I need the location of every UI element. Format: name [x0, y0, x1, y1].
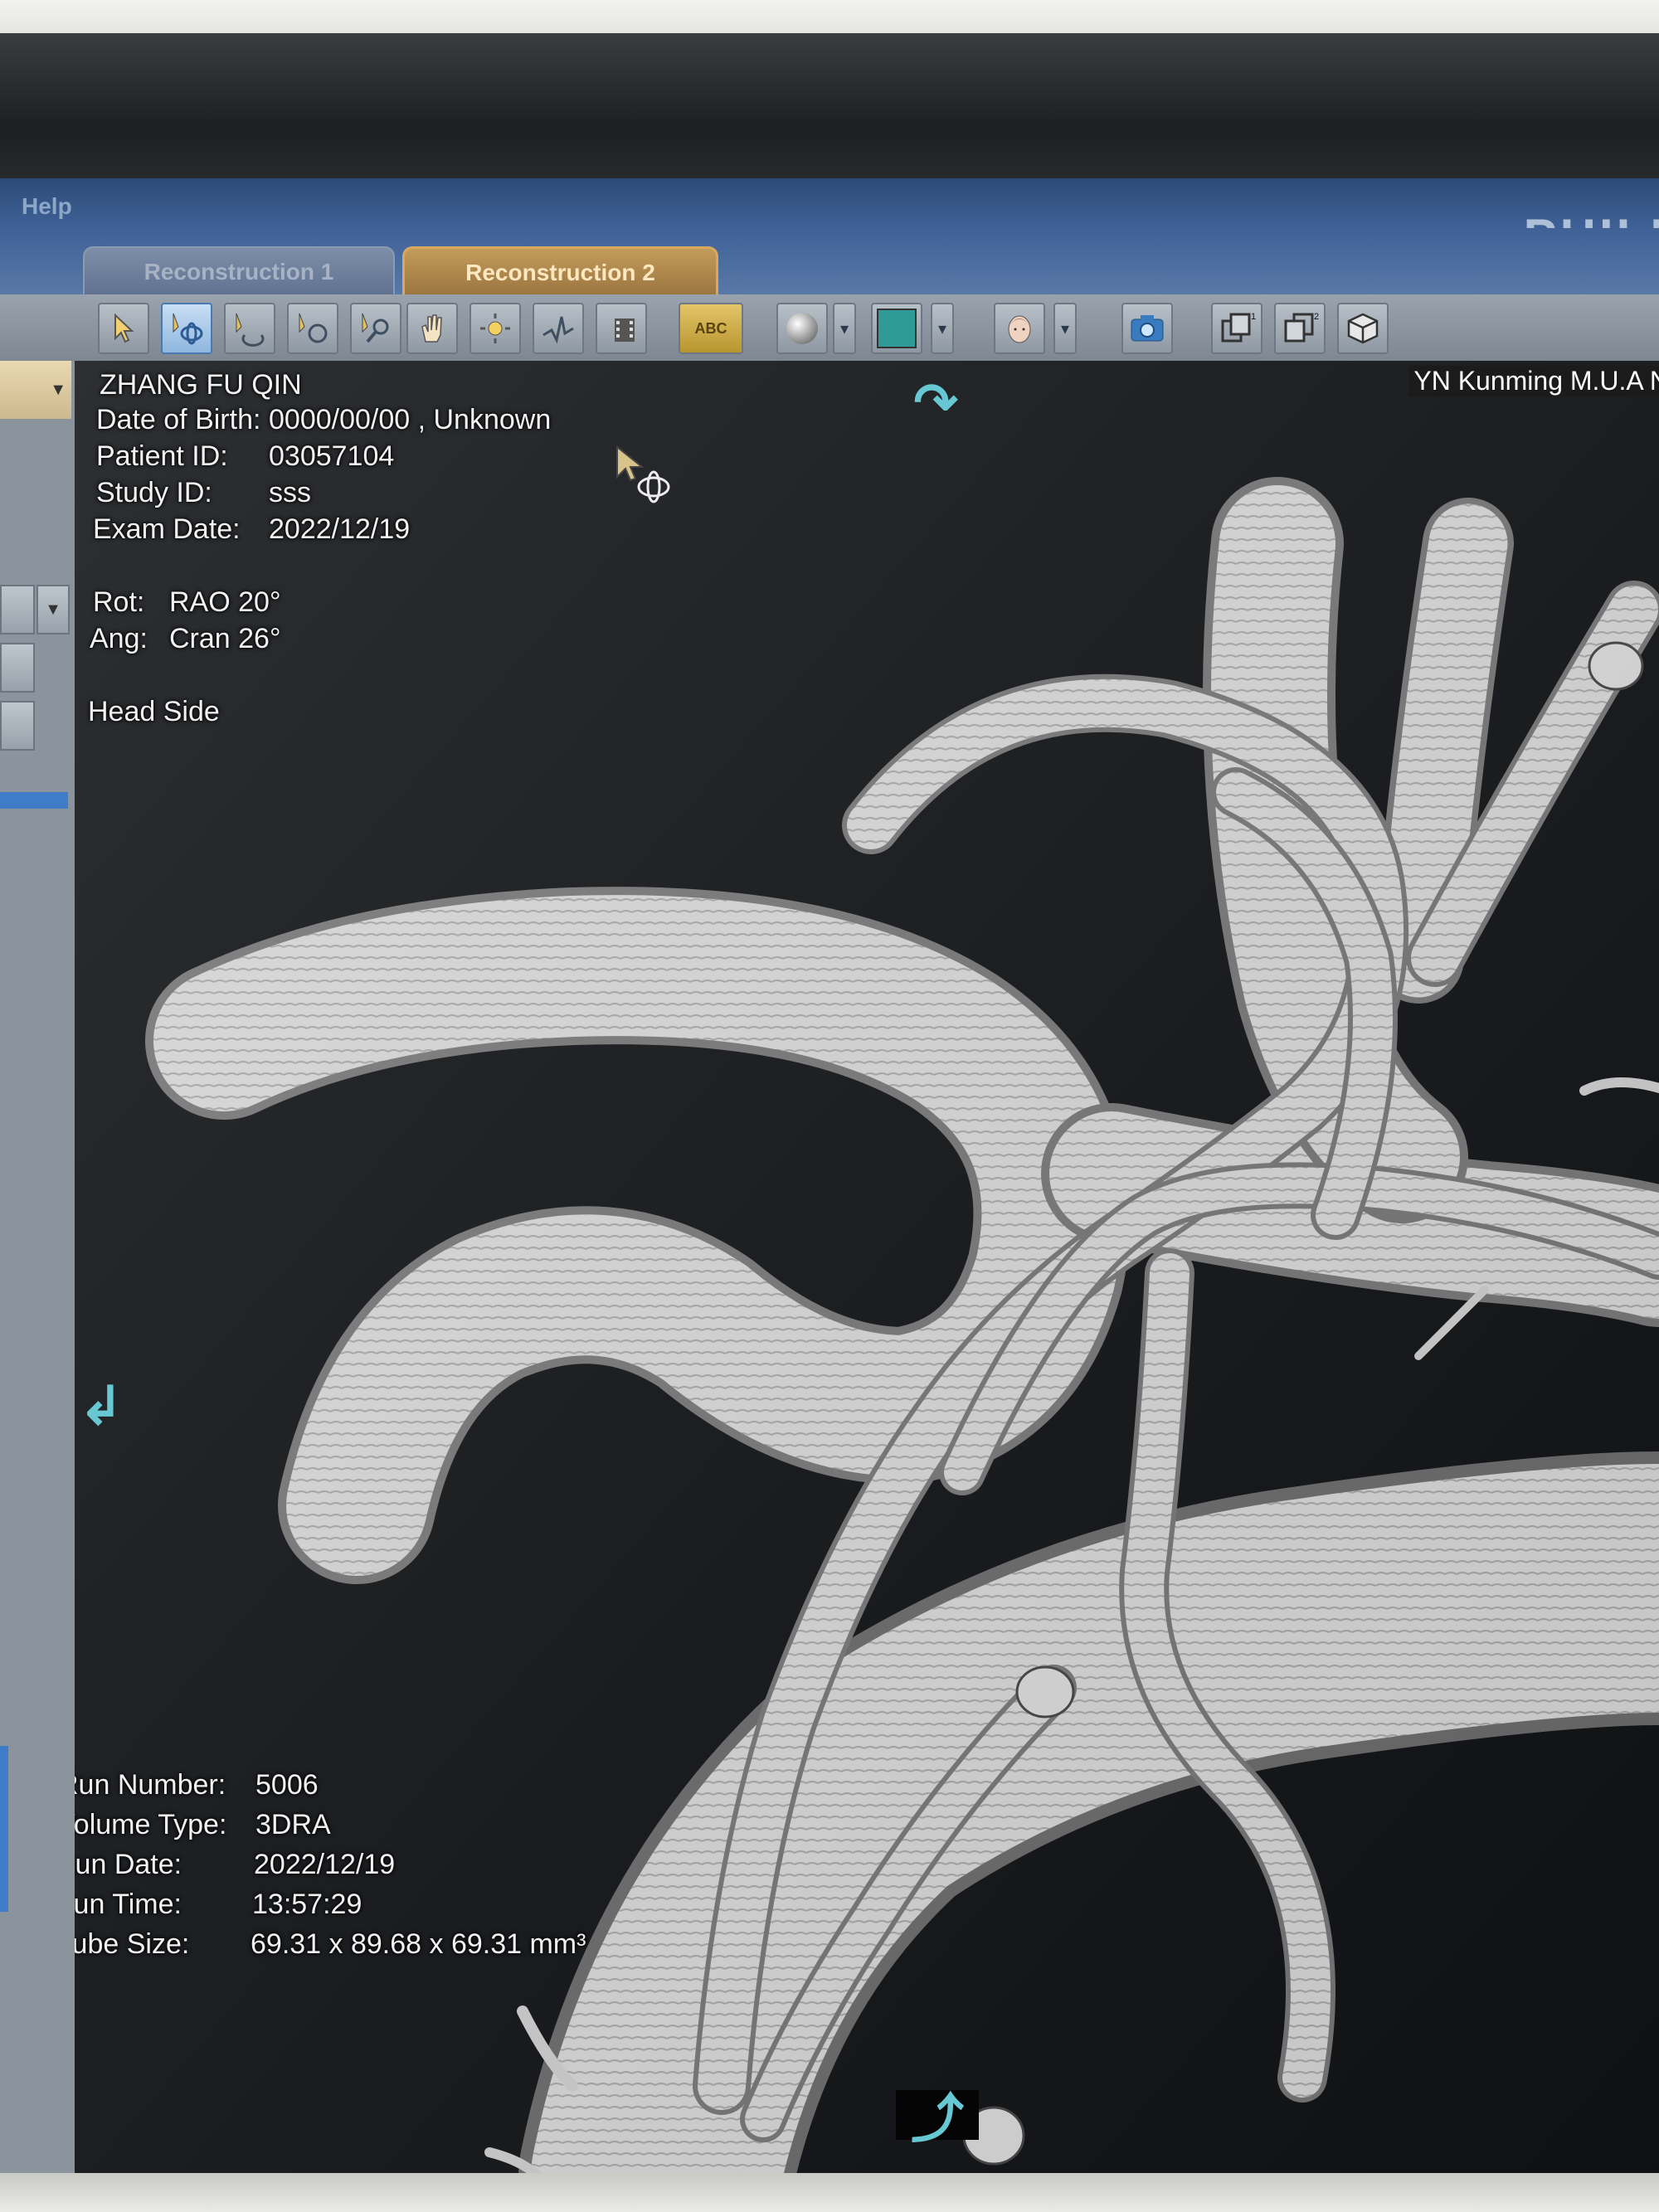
layout-2-icon[interactable]: 2 [1274, 303, 1326, 354]
rotate-down-arrow-icon[interactable]: ⤴ [896, 2089, 979, 2149]
zoom-icon[interactable] [350, 303, 401, 354]
volume-type-value: 3DRA [255, 1809, 331, 1840]
run-time-row: Run Time: 13:57:29 [75, 1889, 362, 1921]
left-panel-button-3[interactable] [0, 701, 35, 751]
cube-size-label: Cube Size: [75, 1928, 190, 1960]
measure-icon[interactable] [533, 303, 584, 354]
run-number-row: Run Number: 5006 [75, 1769, 319, 1801]
exam-date-label: Exam Date: [93, 513, 241, 545]
layout-2-number: 2 [1314, 312, 1319, 322]
study-id-label: Study ID: [96, 477, 212, 508]
left-panel: ▼ ▼ [0, 361, 80, 2177]
left-panel-button-2[interactable] [0, 643, 35, 693]
render-mode-dropdown[interactable]: ▾ [833, 303, 856, 354]
menu-bar: Help PHILI [0, 178, 1659, 265]
run-date-label: Run Date: [75, 1849, 182, 1880]
camera-icon[interactable] [1121, 303, 1173, 354]
volume-render-viewport[interactable]: ZHANG FU QIN Date of Birth: 0000/00/00 , … [75, 361, 1659, 2177]
volume-type-label: Volume Type: [75, 1809, 227, 1840]
cube-size-value: 69.31 x 89.68 x 69.31 mm³ [251, 1928, 586, 1960]
left-panel-dropdown[interactable]: ▼ [36, 585, 70, 634]
layout-1-number: 1 [1251, 312, 1256, 322]
head-orientation-icon[interactable] [994, 303, 1045, 354]
color-swatch-icon[interactable] [871, 303, 922, 354]
rotation-row: Rot: RAO 20° [93, 586, 281, 619]
left-panel-selection-strip [0, 1746, 8, 1912]
cube-size-row: Cube Size: 69.31 x 89.68 x 69.31 mm³ [75, 1928, 586, 1961]
color-swatch [877, 309, 917, 348]
pan-hand-icon[interactable] [406, 303, 458, 354]
pointer-icon[interactable] [98, 303, 149, 354]
left-panel-selection-bar [0, 792, 68, 809]
patient-id-label: Patient ID: [96, 440, 228, 472]
tab-reconstruction-2[interactable]: Reconstruction 2 [402, 246, 718, 297]
rotation-value: RAO 20° [169, 586, 281, 618]
left-combo-box[interactable]: ▼ [0, 361, 71, 419]
patient-id-value: 03057104 [269, 440, 395, 472]
left-panel-button-1[interactable] [0, 585, 35, 634]
monitor-bezel-top [0, 33, 1659, 191]
monitor-bezel-bottom [0, 2173, 1659, 2212]
angulation-label: Ang: [90, 623, 148, 654]
run-date-value: 2022/12/19 [254, 1849, 396, 1880]
run-time-value: 13:57:29 [252, 1889, 362, 1920]
menu-help[interactable]: Help [22, 193, 72, 220]
run-number-value: 5006 [255, 1769, 319, 1801]
volume-type-row: Volume Type: 3DRA [75, 1809, 331, 1841]
patient-name: ZHANG FU QIN [100, 369, 302, 401]
rotate-3d-icon[interactable] [161, 303, 212, 354]
rotate-left-arrow-icon[interactable]: ↲ [76, 1376, 126, 1436]
exam-date-value: 2022/12/19 [269, 513, 411, 545]
layout-1-icon[interactable]: 1 [1211, 303, 1262, 354]
study-id-value: sss [269, 477, 311, 508]
render-sphere-icon[interactable] [776, 303, 828, 354]
cube-icon[interactable] [1337, 303, 1389, 354]
text-annotation-icon[interactable]: ABC [679, 303, 743, 354]
rotate-up-arrow-icon[interactable]: ↷ [894, 372, 977, 432]
run-date-row: Run Date: 2022/12/19 [75, 1849, 395, 1881]
tab-reconstruction-1[interactable]: Reconstruction 1 [83, 246, 395, 296]
monitor-screen: Help PHILI Reconstruction 1 Reconstructi… [0, 178, 1659, 2177]
head-side-label: Head Side [88, 696, 220, 727]
angulation-value: Cran 26° [169, 623, 281, 654]
exam-date-row: Exam Date: 2022/12/19 [93, 513, 410, 546]
rotation-label: Rot: [93, 586, 145, 618]
movie-icon[interactable] [596, 303, 647, 354]
color-dropdown[interactable]: ▾ [931, 303, 954, 354]
rotate-cursor-icon [614, 444, 680, 519]
dob-label: Date of Birth: [96, 404, 261, 435]
run-number-label: Run Number: [75, 1769, 226, 1801]
study-id-row: Study ID: sss [96, 477, 311, 509]
head-orientation-dropdown[interactable]: ▾ [1053, 303, 1077, 354]
dob-value: 0000/00/00 , Unknown [269, 404, 552, 435]
dob-row: Date of Birth: 0000/00/00 , Unknown [96, 404, 551, 436]
run-time-label: Run Time: [75, 1889, 182, 1920]
patient-id-row: Patient ID: 03057104 [96, 440, 394, 473]
roll-icon[interactable] [224, 303, 275, 354]
angulation-row: Ang: Cran 26° [90, 623, 281, 655]
spin-icon[interactable] [287, 303, 338, 354]
brightness-icon[interactable] [469, 303, 521, 354]
site-label: YN Kunming M.U.A N [1408, 366, 1659, 396]
chevron-down-icon: ▼ [50, 381, 66, 399]
toolbar: ABC ▾ ▾ ▾ 1 2 [0, 294, 1659, 363]
